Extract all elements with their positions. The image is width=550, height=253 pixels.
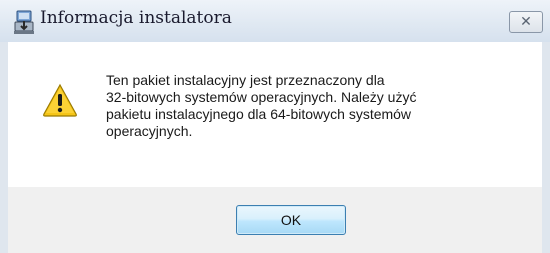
warning-triangle-icon xyxy=(43,83,77,117)
message-line: 32-bitowych systemów operacyjnych. Należ… xyxy=(106,89,417,105)
message-line: pakietu instalacyjnego dla 64-bitowych s… xyxy=(106,106,412,122)
close-button[interactable]: ✕ xyxy=(509,11,543,33)
installer-dialog-window: Informacja instalatora ✕ Ten pakiet inst… xyxy=(0,0,550,253)
message-line: Ten pakiet instalacyjny jest przeznaczon… xyxy=(106,72,385,88)
close-x-icon: ✕ xyxy=(520,14,532,30)
window-title: Informacja instalatora xyxy=(40,8,232,28)
dialog-message: Ten pakiet instalacyjny jest przeznaczon… xyxy=(106,72,466,140)
message-line: operacyjnych. xyxy=(106,123,193,139)
ok-button[interactable]: OK xyxy=(236,205,346,235)
window-right-border xyxy=(542,42,550,253)
title-bar[interactable]: Informacja instalatora ✕ xyxy=(0,0,550,42)
window-left-border xyxy=(0,42,8,253)
installer-icon xyxy=(14,10,34,34)
